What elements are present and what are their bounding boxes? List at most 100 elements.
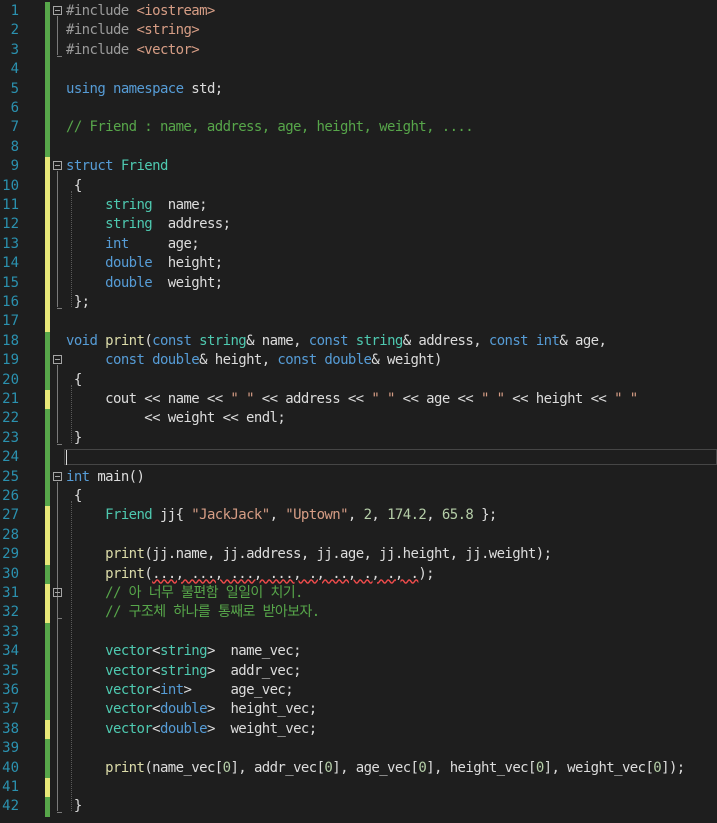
- code-token: " ": [371, 391, 395, 407]
- code-line[interactable]: 22 << weight << endl;: [0, 409, 717, 429]
- code-token: "JackJack": [191, 507, 270, 524]
- code-line[interactable]: 27 Friend jj{ "JackJack", "Uptown", 2, 1…: [0, 506, 717, 526]
- code-editor[interactable]: 1 #include <iostream> 2 #include <string> 3 #…: [0, 0, 717, 823]
- line-number: 31: [2, 585, 19, 601]
- code-line[interactable]: 39: [0, 739, 717, 759]
- code-token: ], addr_vec[: [230, 759, 325, 776]
- code-line[interactable]: 8: [0, 137, 717, 158]
- code-text: const double& height, const double& weig…: [66, 351, 442, 370]
- code-line[interactable]: 25 int main(): [0, 467, 717, 487]
- code-token: <string>: [136, 22, 200, 39]
- code-token: #include: [66, 41, 137, 58]
- code-line[interactable]: 33: [0, 622, 717, 643]
- code-token: cout << name <<: [66, 391, 231, 407]
- collapse-icon[interactable]: [53, 588, 62, 597]
- code-line[interactable]: 41: [0, 778, 717, 798]
- code-token: const: [308, 332, 356, 349]
- code-line[interactable]: 21 cout << name << " " << address << " "…: [0, 390, 717, 410]
- code-text: Friend jj{ "JackJack", "Uptown", 2, 174.…: [66, 506, 497, 525]
- code-line[interactable]: 37 vector<double> height_vec;: [0, 700, 717, 720]
- code-token: <vector>: [136, 41, 200, 58]
- code-token: vector: [105, 682, 153, 698]
- code-token: int: [535, 332, 560, 349]
- change-marker: [45, 467, 50, 487]
- line-number: 22: [2, 410, 19, 427]
- code-line[interactable]: 19 const double& height, const double& w…: [0, 351, 717, 371]
- code-text: struct Friend: [66, 157, 168, 176]
- code-line[interactable]: 5 using namespace std;: [0, 79, 717, 99]
- code-line[interactable]: 35 vector<string> addr_vec;: [0, 661, 717, 681]
- line-number: 1: [10, 3, 19, 19]
- code-line[interactable]: 24: [0, 448, 717, 468]
- change-marker: [45, 661, 50, 681]
- collapse-icon[interactable]: [53, 6, 62, 15]
- code-line[interactable]: 3 #include <vector>: [0, 40, 717, 61]
- code-line[interactable]: 32 // 구조체 하나를 통째로 받아보자.: [0, 603, 717, 623]
- code-line[interactable]: 23 }: [0, 428, 717, 449]
- line-number: 2: [10, 22, 19, 39]
- code-text: }: [66, 797, 82, 816]
- code-line[interactable]: 29 print(jj.name, jj.address, jj.age, jj…: [0, 545, 717, 565]
- code-line[interactable]: 18 void print(const string& name, const s…: [0, 331, 717, 352]
- code-line[interactable]: 31 // 아 너무 불편함 일일이 치기.: [0, 584, 717, 604]
- code-token: & weight): [371, 352, 442, 369]
- code-line[interactable]: 40 print(name_vec[0], addr_vec[0], age_v…: [0, 758, 717, 778]
- code-line[interactable]: 7 // Friend : name, address, age, height,…: [0, 118, 717, 138]
- code-text: cout << name << " " << address << " " <<…: [66, 390, 638, 409]
- line-number: 30: [2, 565, 19, 582]
- change-marker: [45, 448, 50, 468]
- code-text: using namespace std;: [66, 80, 223, 99]
- line-number: 20: [2, 371, 19, 388]
- code-token: // 구조체 하나를 통째로 받아보자.: [105, 604, 320, 621]
- code-token: (name_vec[: [144, 759, 223, 776]
- code-line[interactable]: 30 print(..., ..., ..., ..., ., .., ., .…: [0, 564, 717, 584]
- code-token: & name,: [246, 332, 309, 349]
- code-line[interactable]: 1 #include <iostream>: [0, 2, 717, 22]
- code-line[interactable]: 10 {: [0, 176, 717, 196]
- code-line[interactable]: 16 };: [0, 293, 717, 313]
- code-line[interactable]: 13 int age;: [0, 234, 717, 255]
- code-line[interactable]: 26 {: [0, 487, 717, 507]
- code-line[interactable]: 28: [0, 525, 717, 546]
- line-number: 7: [10, 119, 19, 136]
- code-line[interactable]: 2 #include <string>: [0, 21, 717, 41]
- change-marker: [45, 79, 50, 99]
- line-number: 42: [2, 798, 19, 815]
- change-marker: [45, 622, 50, 643]
- code-token: << age <<: [394, 391, 481, 407]
- code-line[interactable]: 15 double weight;: [0, 273, 717, 293]
- code-text: int age;: [66, 235, 200, 254]
- line-number: 29: [2, 546, 19, 563]
- code-line[interactable]: 38 vector<double> weight_vec;: [0, 719, 717, 740]
- code-token: double: [324, 352, 372, 369]
- collapse-icon[interactable]: [53, 355, 62, 365]
- collapse-icon[interactable]: [53, 161, 62, 171]
- change-marker: [45, 370, 50, 390]
- code-line[interactable]: 34 vector<string> name_vec;: [0, 642, 717, 662]
- code-line[interactable]: 42 }: [0, 797, 717, 817]
- change-marker: [45, 21, 50, 41]
- code-line[interactable]: 14 double height;: [0, 254, 717, 274]
- line-number: 23: [2, 429, 19, 446]
- code-line[interactable]: 17: [0, 312, 717, 332]
- code-token: #include: [66, 3, 137, 19]
- code-line[interactable]: 9 struct Friend: [0, 157, 717, 177]
- code-line[interactable]: 4: [0, 60, 717, 80]
- code-text: string name;: [66, 196, 207, 215]
- change-marker: [45, 331, 50, 352]
- code-line[interactable]: 12 string address;: [0, 215, 717, 235]
- code-text: print(..., ..., ..., ..., ., .., ., ., .…: [66, 565, 434, 584]
- line-number: 33: [2, 623, 19, 640]
- collapse-icon[interactable]: [53, 471, 62, 481]
- code-token: double: [159, 701, 208, 718]
- code-token: ,: [269, 507, 286, 524]
- line-number: 10: [2, 177, 19, 194]
- code-token: <: [152, 682, 160, 698]
- change-marker: [45, 215, 50, 235]
- code-line[interactable]: 20 {: [0, 370, 717, 390]
- code-line[interactable]: 36 vector<int> age_vec;: [0, 681, 717, 701]
- code-line[interactable]: 6: [0, 99, 717, 119]
- code-line[interactable]: 11 string name;: [0, 196, 717, 216]
